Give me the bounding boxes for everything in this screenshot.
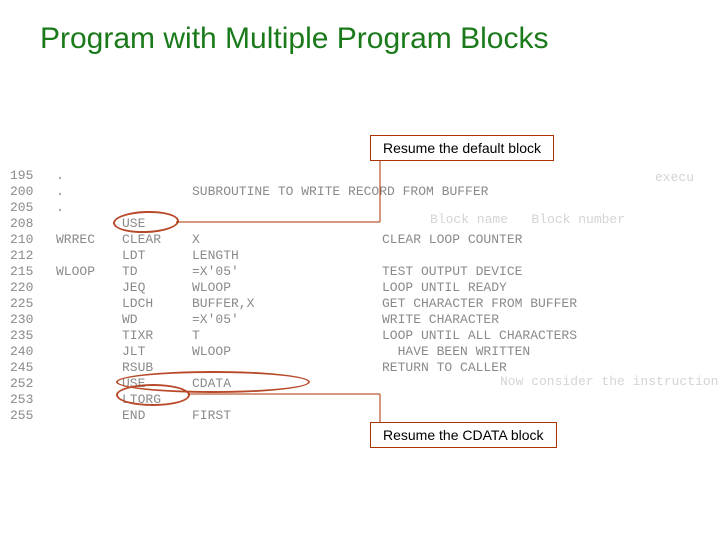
code-row: 200.SUBROUTINE TO WRITE RECORD FROM BUFF… [10,184,577,200]
code-row: 235TIXRTLOOP UNTIL ALL CHARACTERS [10,328,577,344]
code-row: 220JEQWLOOPLOOP UNTIL READY [10,280,577,296]
code-row: 205. [10,200,577,216]
code-row: 245RSUBRETURN TO CALLER [10,360,577,376]
faded-text: execu [655,170,694,185]
code-row: 230WD=X'05'WRITE CHARACTER [10,312,577,328]
callout-default-block: Resume the default block [370,135,554,161]
highlight-oval-ltorg [116,384,190,406]
code-row: 208USE [10,216,577,232]
code-row: 195. [10,168,577,184]
code-row: 240JLTWLOOP HAVE BEEN WRITTEN [10,344,577,360]
code-row: 210WRRECCLEARXCLEAR LOOP COUNTER [10,232,577,248]
code-row: 253LTORG [10,392,577,408]
code-row: 215WLOOPTD=X'05'TEST OUTPUT DEVICE [10,264,577,280]
code-row: 225LDCHBUFFER,XGET CHARACTER FROM BUFFER [10,296,577,312]
page-title: Program with Multiple Program Blocks [40,22,700,56]
code-row: 212LDTLENGTH [10,248,577,264]
callout-cdata-block: Resume the CDATA block [370,422,557,448]
